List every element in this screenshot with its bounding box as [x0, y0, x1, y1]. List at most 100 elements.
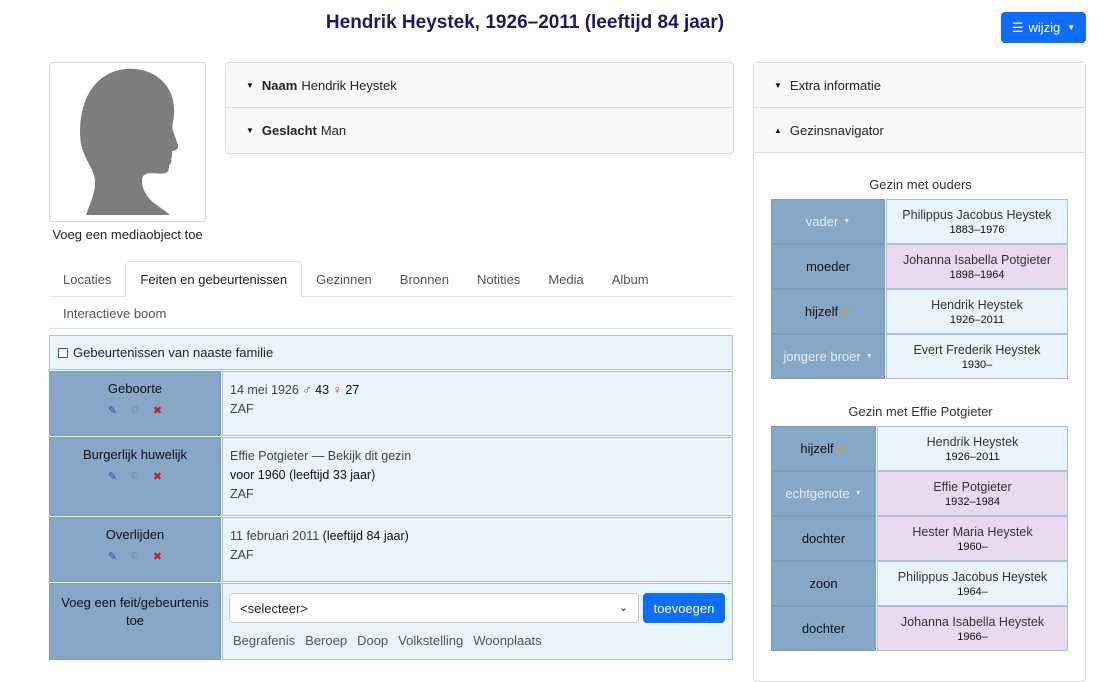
menu-icon: ☰	[1011, 19, 1024, 35]
person-cell[interactable]: Philippus Jacobus Heystek 1964–	[877, 561, 1068, 606]
chevron-down-icon: ⌄	[618, 601, 628, 614]
name-row[interactable]: ▼ Naam Hendrik Heystek	[226, 63, 733, 108]
role-cell[interactable]: jongere broer ▼	[771, 334, 885, 379]
family-row: jongere broer ▼ Evert Frederik Heystek 1…	[771, 334, 1068, 379]
copy-icon[interactable]: ⧉	[131, 470, 139, 483]
fact-type: Burgerlijk huwelijk	[82, 447, 188, 462]
tab-feiten[interactable]: Feiten en gebeurtenissen	[125, 261, 303, 297]
extra-info-label: Extra informatie	[789, 77, 881, 93]
edit-icon[interactable]: ✎	[108, 404, 117, 417]
role-label: zoon	[809, 576, 838, 591]
family-row: moeder Johanna Isabella Potgieter 1898–1…	[771, 244, 1068, 289]
edit-menu-button[interactable]: ☰ wijzig ▼	[1001, 12, 1086, 43]
media-placeholder[interactable]	[49, 62, 206, 222]
tab-interactieve-boom[interactable]: Interactieve boom	[49, 297, 180, 329]
name-value: Hendrik Heystek	[301, 77, 397, 93]
tab-album[interactable]: Album	[598, 261, 663, 297]
role-cell: moeder	[771, 244, 885, 289]
delete-icon[interactable]: ✖	[153, 404, 162, 417]
family-row: hijzelf ✔ Hendrik Heystek 1926–2011	[771, 289, 1068, 334]
add-fact-button[interactable]: toevoegen	[643, 593, 725, 623]
fact-place: ZAF	[230, 402, 254, 416]
role-cell: dochter	[771, 606, 876, 651]
person-cell[interactable]: Johanna Isabella Heystek 1966–	[877, 606, 1068, 651]
fact-date: voor 1960	[230, 468, 286, 482]
caret-down-icon: ▼	[843, 218, 851, 225]
tab-notities[interactable]: Notities	[463, 261, 534, 297]
edit-icon[interactable]: ✎	[108, 470, 117, 483]
view-family-link[interactable]: Bekijk dit gezin	[328, 449, 411, 463]
add-media-link[interactable]: Voeg een mediaobject toe	[49, 227, 206, 242]
family-events-label: Gebeurtenissen van naaste familie	[73, 345, 274, 360]
gender-label: Geslacht	[261, 123, 317, 138]
person-cell[interactable]: Johanna Isabella Potgieter 1898–1964	[886, 244, 1068, 289]
person-years: 1966–	[957, 630, 988, 643]
role-cell: hijzelf ✔	[771, 426, 876, 471]
delete-icon[interactable]: ✖	[153, 550, 162, 563]
person-years: 1898–1964	[949, 268, 1005, 281]
person-name: Philippus Jacobus Heystek	[902, 207, 1052, 222]
fact-age: (leeftijd 84 jaar)	[322, 529, 409, 543]
role-label: hijzelf	[804, 304, 839, 319]
person-name: Philippus Jacobus Heystek	[897, 569, 1048, 584]
fact-type-select[interactable]: <selecteer> ⌄	[229, 593, 639, 623]
delete-icon[interactable]: ✖	[153, 470, 162, 483]
fact-age: (leeftijd 33 jaar)	[289, 468, 376, 482]
quick-link-begrafenis[interactable]: Begrafenis	[233, 631, 295, 650]
person-cell[interactable]: Effie Potgieter 1932–1984	[877, 471, 1068, 516]
fact-value: Effie Potgieter — Bekijk dit gezin voor …	[222, 437, 733, 516]
quick-link-beroep[interactable]: Beroep	[305, 631, 347, 650]
spouse-family-table: hijzelf ✔ Hendrik Heystek 1926–2011 echt…	[771, 426, 1068, 651]
person-cell[interactable]: Evert Frederik Heystek 1930–	[886, 334, 1068, 379]
person-years: 1926–2011	[949, 313, 1005, 326]
role-label: jongere broer	[783, 349, 861, 364]
tab-gezinnen[interactable]: Gezinnen	[302, 261, 386, 297]
checkbox[interactable]	[58, 347, 68, 358]
tab-media[interactable]: Media	[534, 261, 597, 297]
family-row: zoon Philippus Jacobus Heystek 1964–	[771, 561, 1068, 606]
family-row: dochter Johanna Isabella Heystek 1966–	[771, 606, 1068, 651]
tab-bronnen[interactable]: Bronnen	[386, 261, 463, 297]
family-row: dochter Hester Maria Heystek 1960–	[771, 516, 1068, 561]
caret-down-icon: ▼	[865, 353, 873, 360]
facts-table: Gebeurtenissen van naaste familie Geboor…	[49, 335, 733, 660]
person-name: Effie Potgieter	[933, 479, 1012, 494]
tab-bar: Locaties Feiten en gebeurtenissen Gezinn…	[49, 261, 733, 329]
fact-date: 14 mei 1926	[230, 383, 299, 397]
person-cell[interactable]: Hendrik Heystek 1926–2011	[886, 289, 1068, 334]
fact-type: Geboorte	[107, 381, 163, 396]
quick-link-woonplaats[interactable]: Woonplaats	[473, 631, 541, 650]
person-cell[interactable]: Hester Maria Heystek 1960–	[877, 516, 1068, 561]
quick-link-doop[interactable]: Doop	[357, 631, 388, 650]
person-name: Hester Maria Heystek	[912, 524, 1033, 539]
family-navigator-toggle[interactable]: ▲ Gezinsnavigator	[754, 108, 1085, 153]
caret-down-icon: ▼	[1067, 23, 1076, 32]
person-cell[interactable]: Philippus Jacobus Heystek 1883–1976	[886, 199, 1068, 244]
male-icon: ♂	[302, 383, 312, 397]
fact-place: ZAF	[230, 548, 254, 562]
role-cell: dochter	[771, 516, 876, 561]
father-age: 43	[315, 383, 330, 397]
tab-locaties[interactable]: Locaties	[49, 261, 125, 297]
role-cell[interactable]: echtgenote ▼	[771, 471, 876, 516]
edit-icon[interactable]: ✎	[108, 550, 117, 563]
quick-link-volkstelling[interactable]: Volkstelling	[398, 631, 463, 650]
person-years: 1926–2011	[945, 450, 1000, 463]
family-events-toggle[interactable]: Gebeurtenissen van naaste familie	[49, 335, 733, 370]
gender-row[interactable]: ▼ Geslacht Man	[226, 108, 733, 153]
silhouette-icon	[79, 68, 178, 215]
person-name: Evert Frederik Heystek	[913, 342, 1041, 357]
role-label: vader	[805, 214, 839, 229]
spouse-family-title: Gezin met Effie Potgieter	[848, 404, 993, 419]
extra-info-toggle[interactable]: ▼ Extra informatie	[754, 63, 1085, 108]
family-navigator-label: Gezinsnavigator	[789, 122, 884, 138]
copy-icon[interactable]: ⧉	[131, 404, 139, 417]
fact-label: Overlijden ✎ ⧉ ✖	[49, 517, 221, 582]
person-years: 1930–	[961, 358, 993, 371]
person-cell[interactable]: Hendrik Heystek 1926–2011	[877, 426, 1068, 471]
copy-icon[interactable]: ⧉	[131, 550, 139, 563]
fact-row-birth: Geboorte ✎ ⧉ ✖ 14 mei 1926 ♂ 43 ♀ 27 ZAF	[49, 371, 733, 436]
role-cell[interactable]: vader ▼	[771, 199, 885, 244]
spouse-link[interactable]: Effie Potgieter	[230, 449, 308, 463]
check-icon: ✔	[841, 304, 852, 319]
